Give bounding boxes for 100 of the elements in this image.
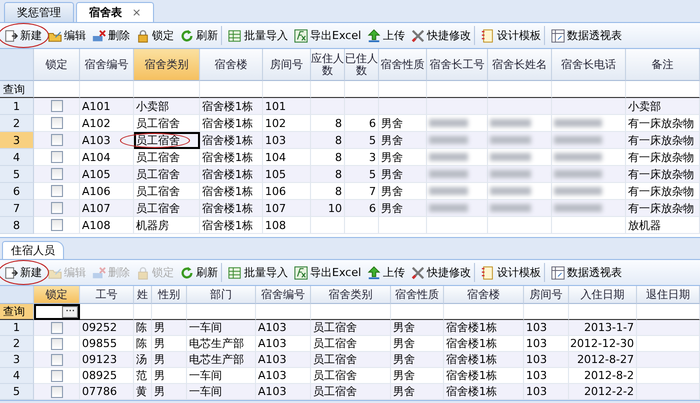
new-document-icon [4,28,18,42]
lock-checkbox[interactable] [50,386,62,398]
table-cell: 2012-8-27 [569,352,637,368]
lock-checkbox[interactable] [50,370,62,382]
tab[interactable]: 奖惩管理 [4,2,74,22]
column-header[interactable]: 宿舍长工号 [427,49,488,81]
toolbar-button[interactable]: 新建 [1,26,45,45]
row-number[interactable]: 5 [0,384,34,400]
table-cell: 宿舍楼1栋 [444,384,524,400]
column-header[interactable]: 宿舍类别 [134,49,200,81]
row-number[interactable]: 5 [0,166,34,183]
table-cell [345,217,379,234]
row-number[interactable]: 7 [0,200,34,217]
column-header[interactable]: 锁定 [34,286,80,304]
column-header[interactable]: 已住人数 [345,49,379,81]
toolbar-button[interactable]: 批量导入 [225,263,291,282]
panel-tab[interactable]: 住宿人员 [2,241,64,259]
column-header[interactable]: 应住人数 [311,49,345,81]
toolbar-button[interactable]: 上传 [364,263,408,282]
row-number[interactable]: 3 [0,352,34,368]
lock-checkbox[interactable] [50,219,62,231]
toolbar-button[interactable]: 刷新 [177,26,222,45]
row-number[interactable]: 3 [0,132,34,149]
lock-checkbox[interactable] [50,202,62,214]
table-cell: 男 [152,384,187,400]
toolbar-button[interactable]: 导出Excel [291,26,364,45]
toolbar-button[interactable]: 锁定 [133,26,177,45]
toolbar-button[interactable]: 设计模板 [478,263,546,282]
table-cell: 小卖部 [626,98,700,115]
lock-checkbox[interactable] [50,185,62,197]
row-number[interactable]: 2 [0,336,34,352]
column-header[interactable]: 性别 [152,286,187,304]
row-number[interactable]: 1 [0,98,34,115]
row-number[interactable]: 4 [0,149,34,166]
table-cell: 男舍 [379,166,427,183]
table-cell: 101 [263,98,311,115]
toolbar-button[interactable]: 上传 [364,26,408,45]
row-number[interactable]: 2 [0,115,34,132]
row-number[interactable]: 1 [0,320,34,336]
row-number[interactable]: 6 [0,183,34,200]
table-cell: A103 [256,352,311,368]
close-icon[interactable]: × [132,6,142,19]
column-header[interactable]: 宿舍性质 [391,286,444,304]
column-header[interactable]: 宿舍长电话 [552,49,626,81]
table-cell: 07786 [80,384,134,400]
column-header[interactable]: 锁定 [34,49,80,81]
lock-checkbox[interactable] [50,322,62,334]
column-header[interactable]: 宿舍楼 [444,286,524,304]
query-label: 查询 [0,81,34,98]
column-header[interactable]: 宿舍楼 [200,49,263,81]
lock-checkbox[interactable] [50,117,62,129]
toolbar-button[interactable]: 数据透视表 [548,26,626,45]
table-cell: A103 [256,320,311,336]
table-cell: A105 [80,166,134,183]
toolbar-button[interactable]: 编辑 [45,26,89,45]
table-cell [637,352,700,368]
filter-field[interactable]: ··· [34,304,80,320]
lock-checkbox[interactable] [50,338,62,350]
table-cell: 8 [311,166,345,183]
lock-checkbox[interactable] [50,151,62,163]
ellipsis-button[interactable]: ··· [62,306,78,318]
table-cell: 宿舍楼1栋 [200,98,263,115]
lock-checkbox[interactable] [50,354,62,366]
column-header[interactable]: 入住日期 [569,286,637,304]
column-header[interactable]: 部门 [187,286,256,304]
toolbar-button[interactable]: 批量导入 [225,26,291,45]
column-header[interactable]: 退住日期 [637,286,700,304]
table-cell: 员工宿舍 [311,384,391,400]
column-header[interactable]: 宿舍类别 [311,286,391,304]
row-number[interactable]: 4 [0,368,34,384]
toolbar-button[interactable]: 删除 [89,26,133,45]
column-header[interactable]: 宿舍编号 [80,49,134,81]
column-header[interactable]: 宿舍性质 [379,49,427,81]
row-number[interactable]: 8 [0,217,34,234]
lock-checkbox[interactable] [50,100,62,112]
table-cell: A103 [256,384,311,400]
table-cell: 机器房 [134,217,200,234]
table-cell: 5 [345,132,379,149]
tab[interactable]: 宿舍表 × [76,2,154,22]
table-cell: 103 [524,352,569,368]
toolbar-button[interactable]: 快捷修改 [408,263,476,282]
column-header[interactable]: 姓 [134,286,152,304]
column-header[interactable]: 房间号 [263,49,311,81]
toolbar-button[interactable]: 设计模板 [478,26,546,45]
toolbar-button[interactable]: 刷新 [177,263,222,282]
table-cell: 黄 [134,384,152,400]
toolbar-button[interactable]: 快捷修改 [408,26,476,45]
column-header[interactable]: 宿舍编号 [256,286,311,304]
lock-checkbox[interactable] [50,134,62,146]
table-cell: 宿舍楼1栋 [200,166,263,183]
lock-checkbox[interactable] [50,168,62,180]
column-header[interactable]: 宿舍长姓名 [488,49,552,81]
column-header[interactable]: 备注 [626,49,700,81]
toolbar-button[interactable]: 新建 [1,263,45,282]
toolbar-button[interactable]: 数据透视表 [548,263,626,282]
table-cell: 有一床放杂物 [626,200,700,217]
toolbar-button[interactable]: 导出Excel [291,263,364,282]
column-header[interactable]: 工号 [80,286,134,304]
column-header[interactable]: 房间号 [524,286,569,304]
table-cell: 2013-1-7 [569,320,637,336]
